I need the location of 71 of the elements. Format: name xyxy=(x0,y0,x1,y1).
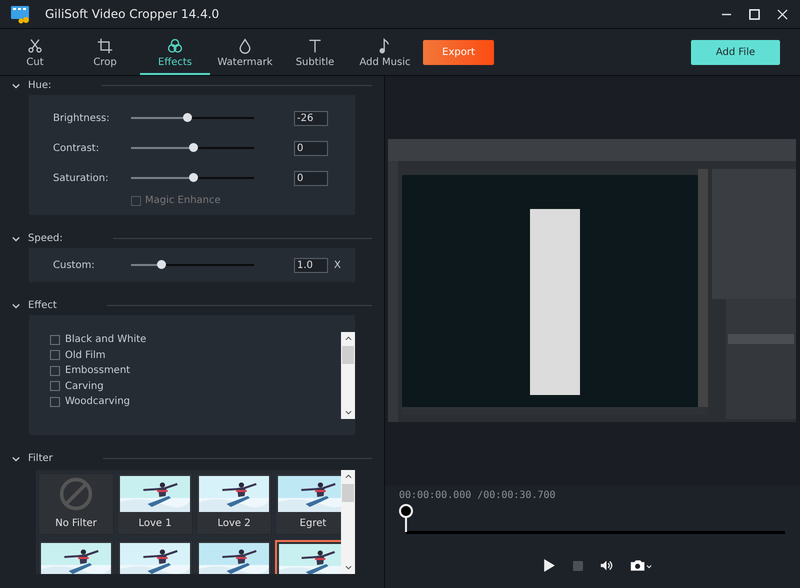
no-filter-icon xyxy=(58,476,94,512)
slider-thumb[interactable] xyxy=(188,173,198,182)
value-field[interactable]: 0 xyxy=(294,170,328,186)
maximize-icon[interactable] xyxy=(749,8,760,20)
scroll-down-icon[interactable] xyxy=(344,410,352,415)
volume-icon[interactable] xyxy=(600,558,612,573)
slider-thumb[interactable] xyxy=(182,113,192,122)
section-title: Effect xyxy=(28,300,57,311)
value-field[interactable]: 0 xyxy=(294,140,328,156)
filter-tile[interactable]: Love 2 xyxy=(196,473,272,535)
chevron-down-icon[interactable] xyxy=(12,82,20,88)
playhead[interactable] xyxy=(399,504,413,518)
checkbox-label: Black and White xyxy=(65,334,146,346)
scrollbar[interactable] xyxy=(341,470,355,574)
checkbox[interactable] xyxy=(50,334,60,345)
scroll-up-icon[interactable] xyxy=(344,336,352,341)
chevron-down-icon[interactable] xyxy=(12,302,20,308)
value-field[interactable]: 1.0 xyxy=(294,258,328,272)
filter-label: No Filter xyxy=(54,518,98,529)
section-title: Hue: xyxy=(28,80,52,91)
slider-label: Contrast: xyxy=(53,142,100,154)
scroll-thumb[interactable] xyxy=(342,346,354,364)
toolbar-tab[interactable]: Subtitle xyxy=(280,29,350,75)
unit-label: X xyxy=(334,260,341,270)
filter-tile[interactable]: Love 1 xyxy=(117,473,193,535)
checkbox-label: Embossment xyxy=(65,365,130,376)
camera-icon[interactable] xyxy=(630,559,652,572)
scissors-icon xyxy=(27,38,43,54)
play-icon[interactable] xyxy=(542,558,556,573)
slider-label: Saturation: xyxy=(53,172,110,184)
add-file-button[interactable]: Add File xyxy=(691,40,780,64)
close-icon[interactable] xyxy=(777,8,788,20)
window-title: GiliSoft Video Cropper 14.4.0 xyxy=(45,7,220,21)
filter-label: Love 1 xyxy=(137,518,173,529)
slider-label: Brightness: xyxy=(53,112,111,124)
slider-label: Custom: xyxy=(53,260,96,270)
toolbar-tab[interactable]: Cut xyxy=(0,29,70,75)
toolbar-tab[interactable]: Add Music xyxy=(350,29,420,75)
scroll-thumb[interactable] xyxy=(342,484,354,502)
chevron-down-icon[interactable] xyxy=(12,236,20,242)
checkbox[interactable] xyxy=(50,396,60,407)
scroll-down-icon[interactable] xyxy=(344,565,352,570)
checkbox-label: Carving xyxy=(65,380,104,392)
value-field[interactable]: -26 xyxy=(294,110,328,126)
scrollbar[interactable] xyxy=(341,332,355,419)
crop-icon xyxy=(97,38,113,54)
time-display: 00:00:00.000 /00:00:30.700 xyxy=(399,490,557,501)
checkbox-label: Magic Enhance xyxy=(145,195,221,206)
scroll-up-icon[interactable] xyxy=(344,474,352,479)
checkbox[interactable] xyxy=(50,350,60,360)
section-title: Filter xyxy=(28,453,53,464)
checkbox-label: Woodcarving xyxy=(65,396,130,408)
checkbox[interactable] xyxy=(50,366,60,376)
filter-label: Egret xyxy=(298,518,328,529)
text-icon xyxy=(307,38,323,54)
toolbar-tab[interactable]: Effects xyxy=(140,29,210,75)
slider-thumb[interactable] xyxy=(188,143,198,152)
toolbar-tab[interactable]: Watermark xyxy=(210,29,280,75)
checkbox-label: Old Film xyxy=(65,350,106,361)
playhead-stem xyxy=(405,517,407,532)
checkbox[interactable] xyxy=(50,381,60,392)
filter-tile[interactable]: Egret xyxy=(275,473,341,535)
slider-thumb[interactable] xyxy=(157,260,166,269)
filter-tile[interactable]: No Filter xyxy=(38,473,114,535)
chevron-down-icon[interactable] xyxy=(12,456,20,462)
circles-icon xyxy=(167,38,183,54)
drop-icon xyxy=(237,38,253,54)
section-title: Speed: xyxy=(28,233,63,244)
app-logo-icon xyxy=(10,4,32,24)
toolbar-tab[interactable]: Crop xyxy=(70,29,140,75)
filter-label: Love 2 xyxy=(216,518,252,529)
